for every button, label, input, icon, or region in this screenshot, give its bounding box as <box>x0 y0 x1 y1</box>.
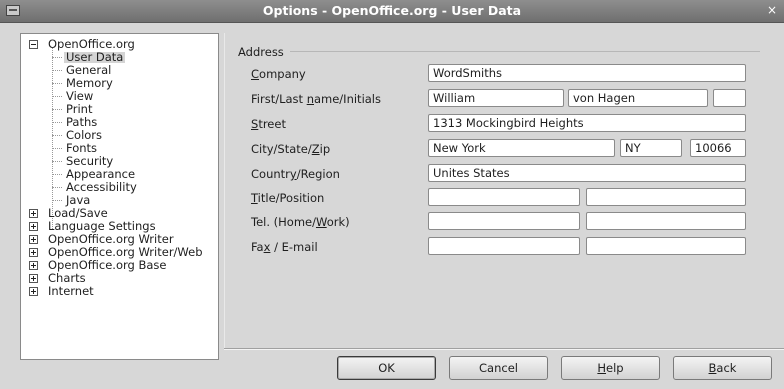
button-label: elp <box>606 361 624 375</box>
label-text: ompany <box>259 67 306 81</box>
company-label: Company <box>251 67 306 81</box>
expand-icon[interactable] <box>29 274 38 283</box>
tree-connector-line <box>52 48 53 229</box>
tree-item-label: Java <box>66 193 91 207</box>
tree-item-label: User Data <box>64 50 126 64</box>
home-phone-field[interactable] <box>428 212 580 230</box>
last-name-field[interactable]: von Hagen <box>568 89 708 107</box>
tree-branch <box>52 174 62 175</box>
tree-branch <box>52 122 62 123</box>
close-button[interactable]: × <box>764 3 780 18</box>
label-text: Countr <box>251 167 290 181</box>
tree-item-label: Colors <box>66 128 103 142</box>
expand-icon[interactable] <box>29 222 38 231</box>
tree-item-label: Print <box>66 102 93 116</box>
city-state-zip-label: City/State/Zip <box>251 142 330 156</box>
tree-item-label: Language Settings <box>48 219 156 233</box>
accesskey: T <box>251 191 258 205</box>
tree-branch <box>52 148 62 149</box>
accesskey: y <box>289 167 297 181</box>
name-label: First/Last name/Initials <box>251 92 381 106</box>
label-text: itle/Position <box>257 191 325 205</box>
button-area-divider <box>224 348 784 350</box>
ok-button[interactable]: OK <box>337 356 436 380</box>
position-field[interactable] <box>586 188 746 206</box>
tree-branch <box>52 135 62 136</box>
tree-branch <box>52 200 62 201</box>
address-group-rule <box>290 51 760 52</box>
company-field[interactable]: WordSmiths <box>428 64 746 82</box>
tree-branch <box>52 161 62 162</box>
fax-field[interactable] <box>428 237 580 255</box>
tree-item-label: View <box>66 89 94 103</box>
tree-branch <box>52 57 62 58</box>
accesskey: C <box>251 67 260 81</box>
expand-icon[interactable] <box>29 287 38 296</box>
country-label: Country/Region <box>251 167 340 181</box>
tree-item-label: Load/Save <box>48 206 108 220</box>
title-field[interactable] <box>428 188 580 206</box>
label-text: Tel. (Home/ <box>251 215 316 229</box>
title-position-label: Title/Position <box>251 191 324 205</box>
label-text: /Region <box>296 167 340 181</box>
expand-icon[interactable] <box>29 248 38 257</box>
label-text: ork) <box>326 215 350 229</box>
tree-branch <box>52 187 62 188</box>
zip-field[interactable]: 10066 <box>690 139 746 157</box>
tree-item-label: Appearance <box>66 167 136 181</box>
accesskey: n <box>306 92 314 106</box>
tree-branch <box>52 109 62 110</box>
telephone-label: Tel. (Home/Work) <box>251 215 350 229</box>
label-text: ip <box>319 142 331 156</box>
panel-divider <box>224 33 225 348</box>
city-field[interactable]: New York <box>428 139 615 157</box>
tree-item-label: OpenOffice.org Base <box>48 258 167 272</box>
label-text: treet <box>258 117 286 131</box>
first-name-field[interactable]: William <box>428 89 564 107</box>
help-button[interactable]: Help <box>561 356 660 380</box>
tree-item-label: Security <box>66 154 114 168</box>
tree-item-label: Internet <box>48 284 94 298</box>
accesskey: H <box>597 361 607 375</box>
accesskey: W <box>315 215 327 229</box>
cancel-button[interactable]: Cancel <box>449 356 548 380</box>
accesskey: Z <box>311 142 320 156</box>
tree-item-label: Memory <box>66 76 113 90</box>
work-phone-field[interactable] <box>586 212 746 230</box>
state-field[interactable]: NY <box>620 139 682 157</box>
label-text: Fa <box>251 240 264 254</box>
title-bar[interactable]: Options - OpenOffice.org - User Data × <box>0 0 784 23</box>
tree-item-label: OpenOffice.org <box>48 37 135 51</box>
initials-field[interactable] <box>713 89 746 107</box>
label-text: / E-mail <box>270 240 318 254</box>
tree-item-label: OpenOffice.org Writer <box>48 232 174 246</box>
tree-item-label: OpenOffice.org Writer/Web <box>48 245 203 259</box>
expand-icon[interactable] <box>29 235 38 244</box>
address-group-label: Address <box>238 45 284 59</box>
tree-item-label: Accessibility <box>66 180 137 194</box>
email-field[interactable] <box>586 237 746 255</box>
options-tree[interactable]: OpenOffice.org User Data General Memory … <box>20 33 219 360</box>
tree-item-label: General <box>66 63 112 77</box>
tree-item-label: Fonts <box>66 141 98 155</box>
back-button[interactable]: Back <box>673 356 772 380</box>
tree-branch <box>52 83 62 84</box>
label-text: First/Last <box>251 92 307 106</box>
fax-email-label: Fax / E-mail <box>251 240 318 254</box>
tree-branch <box>52 70 62 71</box>
tree-item-label: Charts <box>48 271 86 285</box>
label-text: ame/Initials <box>313 92 381 106</box>
tree-item-label: Paths <box>66 115 98 129</box>
street-field[interactable]: 1313 Mockingbird Heights <box>428 114 746 132</box>
expand-icon[interactable] <box>29 209 38 218</box>
street-label: Street <box>251 117 286 131</box>
expand-icon[interactable] <box>29 261 38 270</box>
collapse-icon[interactable] <box>29 40 38 49</box>
tree-branch <box>52 96 62 97</box>
window-title: Options - OpenOffice.org - User Data <box>262 3 522 18</box>
label-text: City/State/ <box>251 142 312 156</box>
country-field[interactable]: Unites States <box>428 164 746 182</box>
button-label: ack <box>716 361 737 375</box>
